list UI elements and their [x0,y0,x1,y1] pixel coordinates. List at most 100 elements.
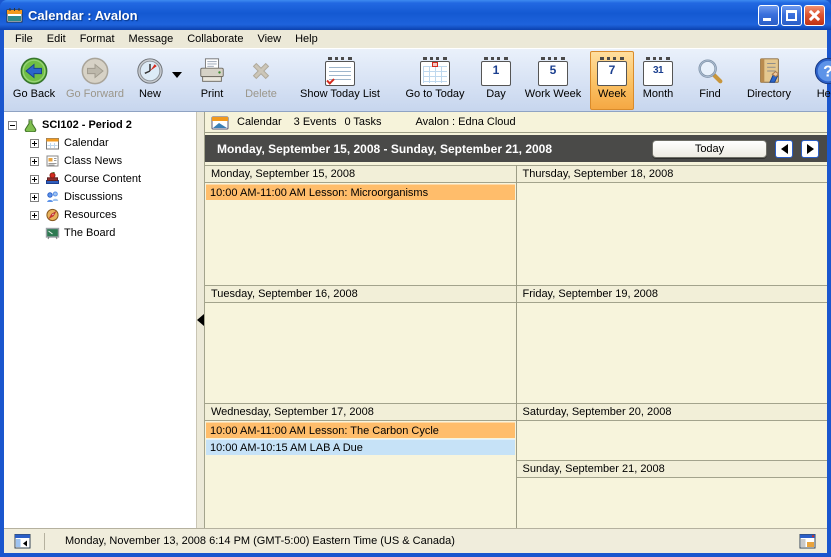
previous-week-button[interactable] [775,140,793,158]
statusbar-datetime: Monday, November 13, 2008 6:14 PM (GMT-5… [55,535,799,547]
arrow-right-icon [807,144,814,154]
sidebar-item-calendar[interactable]: Calendar [8,135,196,151]
calendar-icon [45,136,60,150]
expand-box-icon[interactable] [30,211,39,220]
toolbar-show-today-list-button[interactable]: Show Today List [292,51,388,110]
toolbar-directory-button[interactable]: Directory [738,51,800,110]
close-button[interactable] [804,5,825,26]
new-dropdown-button[interactable] [172,51,182,110]
toolbar-month-button[interactable]: 31 Month [634,51,682,110]
day-cell-thursday[interactable] [517,183,828,285]
go-back-label: Go Back [13,88,55,100]
flask-icon [23,118,38,132]
split-view-icon[interactable] [14,533,32,550]
work-week-calendar-icon: 5 [538,54,568,88]
window-title: Calendar : Avalon [28,8,758,23]
day-header: Thursday, September 18, 2008 [517,165,828,183]
maximize-button[interactable] [781,5,802,26]
menu-help[interactable]: Help [288,32,325,46]
toolbar-new-button[interactable]: New [128,51,172,110]
next-week-button[interactable] [801,140,819,158]
calendar-pane: Calendar 3 Events 0 Tasks Avalon : Edna … [204,112,827,528]
go-to-today-icon [420,54,450,88]
print-icon [197,54,227,88]
infobar-title: Calendar [237,116,282,128]
day-label: Day [486,88,506,100]
menu-file[interactable]: File [8,32,40,46]
sidebar-tree: SCI102 - Period 2 Calendar [4,112,196,528]
day-cell-sunday[interactable] [517,478,828,528]
toolbar-go-forward-button[interactable]: Go Forward [62,51,128,110]
expand-box-icon[interactable] [30,193,39,202]
pane-splitter[interactable] [196,112,204,528]
compass-icon [45,208,60,222]
calendar-event[interactable]: 10:00 AM-11:00 AM Lesson: Microorganisms [206,184,515,200]
books-apple-icon [45,172,60,186]
sidebar-item-label: Course Content [64,173,141,185]
toolbar-day-button[interactable]: 1 Day [476,51,516,110]
sidebar-item-label: The Board [64,227,115,239]
tree-root-sci102[interactable]: SCI102 - Period 2 [8,117,196,133]
menu-format[interactable]: Format [73,32,122,46]
day-header: Monday, September 15, 2008 [205,165,516,183]
go-back-icon [19,54,49,88]
minimize-icon [763,18,771,21]
menu-collaborate[interactable]: Collaborate [180,32,250,46]
week-label: Week [598,88,626,100]
sidebar-item-resources[interactable]: Resources [8,207,196,223]
collapse-box-icon[interactable] [8,121,17,130]
day-cell-wednesday[interactable]: 10:00 AM-11:00 AM Lesson: The Carbon Cyc… [205,421,516,528]
search-icon [695,54,725,88]
menu-edit[interactable]: Edit [40,32,73,46]
sidebar-item-course-content[interactable]: Course Content [8,171,196,187]
menu-message[interactable]: Message [122,32,181,46]
week-calendar-icon: 7 [597,54,627,88]
find-label: Find [699,88,720,100]
menu-view[interactable]: View [250,32,288,46]
print-label: Print [201,88,224,100]
menubar: File Edit Format Message Collaborate Vie… [4,30,827,48]
go-forward-icon [80,54,110,88]
sidebar-item-label: Discussions [64,191,123,203]
toolbar-print-button[interactable]: Print [188,51,236,110]
day-header: Tuesday, September 16, 2008 [205,285,516,303]
expand-box-icon[interactable] [30,157,39,166]
day-header: Sunday, September 21, 2008 [517,460,828,478]
sidebar-item-class-news[interactable]: Class News [8,153,196,169]
month-calendar-icon: 31 [643,54,673,88]
toolbar-find-button[interactable]: Find [688,51,732,110]
events-count: 3 Events [294,116,337,128]
app-calendar-icon [6,7,23,23]
toolbar-week-button[interactable]: 7 Week [590,51,634,110]
chevron-down-icon [172,72,182,78]
window-layout-icon[interactable] [799,533,817,550]
toolbar-help-button[interactable]: ? Help [806,51,831,110]
today-button[interactable]: Today [652,140,767,158]
sidebar-item-discussions[interactable]: Discussions [8,189,196,205]
date-range-bar: Monday, September 15, 2008 - Sunday, Sep… [205,135,827,162]
month-label: Month [643,88,674,100]
expand-box-icon[interactable] [30,139,39,148]
minimize-button[interactable] [758,5,779,26]
calendar-event[interactable]: 10:00 AM-11:00 AM Lesson: The Carbon Cyc… [206,422,515,438]
week-grid: Monday, September 15, 2008 10:00 AM-11:0… [205,162,827,528]
expand-box-icon[interactable] [30,175,39,184]
date-range-label: Monday, September 15, 2008 - Sunday, Sep… [217,142,652,156]
day-cell-tuesday[interactable] [205,303,516,403]
collapse-pane-icon[interactable] [197,314,204,326]
statusbar: Monday, November 13, 2008 6:14 PM (GMT-5… [4,528,827,553]
help-icon: ? [813,54,831,88]
toolbar-delete-button[interactable]: Delete [236,51,286,110]
day-cell-saturday[interactable] [517,421,828,460]
toolbar: Go Back Go Forward New [4,48,827,112]
toolbar-work-week-button[interactable]: 5 Work Week [516,51,590,110]
toolbar-go-to-today-button[interactable]: Go to Today [394,51,476,110]
day-cell-friday[interactable] [517,303,828,403]
calendar-pad-icon [211,115,229,130]
sidebar-item-label: Calendar [64,137,109,149]
toolbar-go-back-button[interactable]: Go Back [6,51,62,110]
day-header: Wednesday, September 17, 2008 [205,403,516,421]
calendar-event[interactable]: 10:00 AM-10:15 AM LAB A Due [206,439,515,455]
sidebar-item-the-board[interactable]: The Board [8,225,196,241]
day-cell-monday[interactable]: 10:00 AM-11:00 AM Lesson: Microorganisms [205,183,516,285]
